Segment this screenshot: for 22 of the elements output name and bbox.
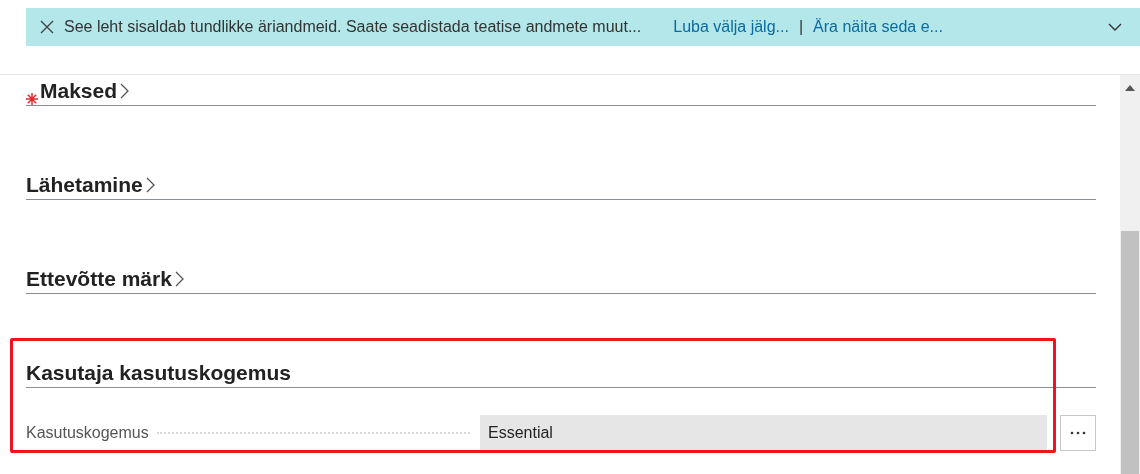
close-icon [40, 20, 54, 34]
scroll-up-icon [1125, 85, 1135, 91]
separator: | [798, 18, 804, 36]
chevron-right-icon [120, 83, 130, 99]
more-button[interactable] [1060, 415, 1096, 451]
section-heading[interactable]: Ettevõtte märk [26, 267, 184, 293]
field-label: Kasutuskogemus [26, 424, 150, 442]
required-icon [26, 93, 38, 105]
section-heading[interactable]: Kasutaja kasutuskogemus [26, 361, 291, 387]
banner-message: See leht sisaldab tundlikke äriandmeid. Saate seadistada teatise andmete muut... [64, 18, 642, 36]
scrollbar-thumb[interactable] [1121, 231, 1139, 474]
chevron-right-icon [174, 271, 184, 287]
banner-link[interactable]: Luba välja jälg... [673, 18, 789, 36]
section-heading[interactable]: Lähetamine [26, 173, 155, 199]
scrollbar[interactable] [1120, 75, 1140, 474]
ellipsis-icon [1070, 431, 1086, 435]
chevron-right-icon [145, 177, 155, 193]
banner-link[interactable]: Ära näita seda e... [813, 18, 943, 36]
section-heading[interactable]: Maksed [40, 79, 130, 105]
close-button[interactable] [40, 20, 54, 34]
expand-button[interactable] [1108, 22, 1122, 32]
chevron-down-icon [1108, 22, 1122, 32]
